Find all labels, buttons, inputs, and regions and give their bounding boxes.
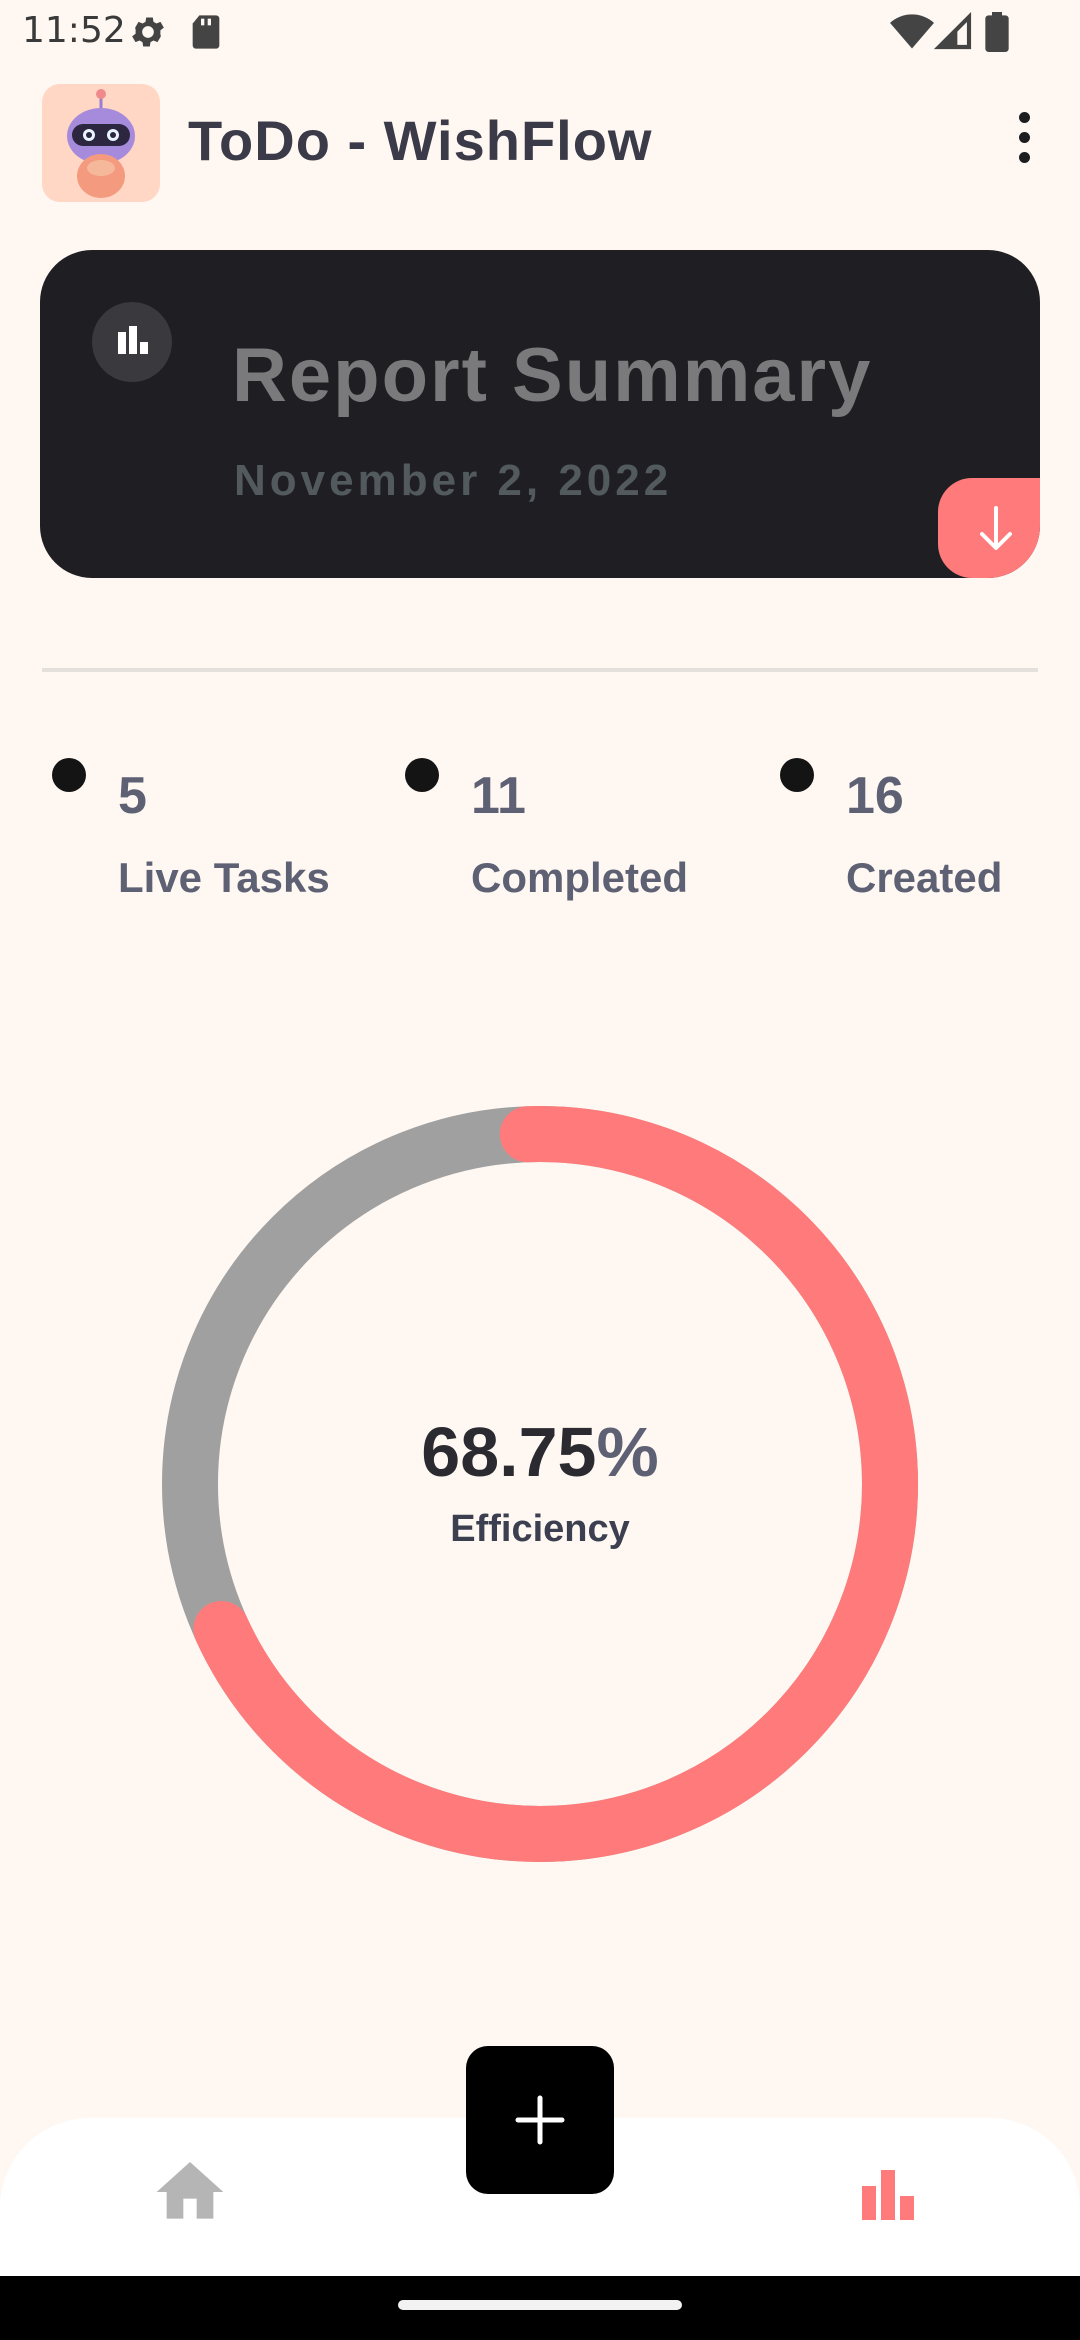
add-task-button[interactable] (466, 2046, 614, 2194)
more-vert-icon (1018, 112, 1030, 123)
stat-dot (780, 758, 814, 792)
nav-reports-button[interactable] (848, 2152, 928, 2232)
status-bar: 11:52 (0, 0, 1080, 62)
signal-icon (934, 12, 972, 50)
stat-value: 16 (846, 767, 904, 825)
arrow-down-icon (980, 506, 1012, 550)
divider (42, 668, 1038, 672)
settings-icon (132, 17, 164, 47)
status-time: 11:52 (22, 10, 126, 51)
gesture-handle[interactable] (398, 2300, 682, 2310)
efficiency-unit: % (596, 1413, 659, 1491)
plus-icon (515, 2095, 565, 2145)
stat-label: Created (846, 854, 1003, 901)
sd-card-icon (192, 15, 220, 49)
stat-dot (52, 758, 86, 792)
stat-label: Completed (471, 854, 689, 901)
home-icon (156, 2162, 224, 2219)
report-title: Report Summary (232, 333, 873, 418)
app-title: ToDo - WishFlow (188, 109, 653, 172)
efficiency-value: 68.75% (0, 1412, 1080, 1492)
stat-dot (405, 758, 439, 792)
battery-icon (985, 12, 1009, 52)
efficiency-number: 68.75 (421, 1413, 597, 1491)
robot-mascot-icon (67, 89, 135, 198)
stat-label: Live Tasks (118, 854, 330, 901)
stat-value: 11 (471, 767, 526, 825)
app-logo (42, 84, 160, 202)
bar-chart-icon (92, 302, 172, 382)
more-options-button[interactable] (1000, 106, 1048, 178)
download-report-button[interactable] (938, 478, 1040, 578)
efficiency-label: Efficiency (450, 1508, 630, 1550)
report-date: November 2, 2022 (234, 456, 673, 505)
wifi-icon (890, 14, 934, 49)
stat-value: 5 (118, 767, 147, 825)
nav-home-button[interactable] (150, 2152, 230, 2232)
bar-chart-icon (862, 2170, 914, 2220)
report-summary-card: Report Summary November 2, 2022 (40, 250, 1040, 578)
